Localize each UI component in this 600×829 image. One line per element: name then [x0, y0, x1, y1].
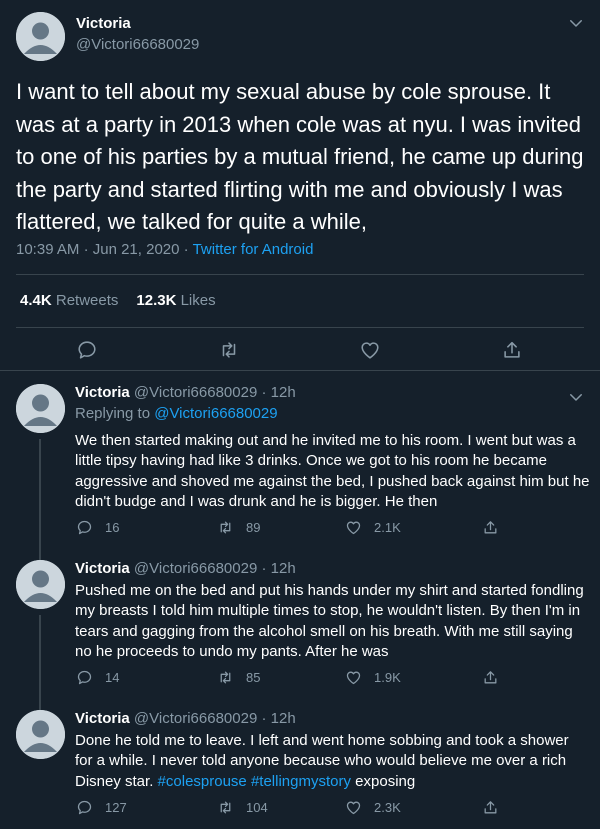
reply-text: We then started making out and he invite…: [75, 432, 590, 510]
retweet-count: 89: [246, 520, 261, 535]
like-count: 2.3K: [374, 800, 401, 815]
reply-icon: [78, 341, 96, 359]
tweet-date[interactable]: Jun 21, 2020: [93, 241, 180, 258]
author-handle[interactable]: @Victori66680029: [134, 710, 257, 727]
reply-icon: [77, 670, 92, 685]
retweet-button[interactable]: 85: [217, 669, 260, 686]
reply-count: 127: [105, 800, 127, 815]
replying-to-handle[interactable]: @Victori66680029: [154, 405, 277, 422]
chevron-down-icon[interactable]: [567, 14, 585, 32]
tweet-stats: 4.4K Retweets 12.3K Likes: [20, 292, 216, 309]
reply-text: Done he told me to leave. I left and wen…: [75, 731, 590, 792]
avatar[interactable]: [16, 12, 65, 61]
share-icon: [484, 801, 497, 814]
replying-to-label: Replying to: [75, 405, 151, 422]
retweet-button[interactable]: 104: [217, 799, 268, 816]
tweet-source[interactable]: Twitter for Android: [193, 241, 314, 258]
reply-time[interactable]: 12h: [271, 710, 296, 727]
like-count: 2.1K: [374, 520, 401, 535]
share-button[interactable]: [482, 519, 511, 536]
tweet-meta: 10:39 AM · Jun 21, 2020 · Twitter for An…: [16, 241, 313, 258]
meta-separator: ·: [261, 560, 267, 577]
reply-button[interactable]: 14: [76, 669, 119, 686]
reply-button[interactable]: [76, 339, 98, 361]
retweet-icon: [222, 342, 236, 358]
like-button[interactable]: [359, 339, 381, 361]
retweet-count: 104: [246, 800, 268, 815]
reply-tweet[interactable]: Victoria @Victori66680029 · 12h Pushed m…: [0, 560, 600, 710]
reply-button[interactable]: 127: [76, 799, 127, 816]
chevron-down-icon[interactable]: [567, 388, 585, 406]
reply-header: Victoria @Victori66680029 · 12h: [75, 560, 296, 577]
share-icon: [504, 341, 520, 358]
retweets-label: Retweets: [55, 292, 119, 309]
reply-icon: [77, 520, 92, 535]
like-count: 1.9K: [374, 670, 401, 685]
reply-text: Pushed me on the bed and put his hands u…: [75, 582, 584, 660]
share-icon: [484, 521, 497, 534]
likes-label: Likes: [180, 292, 216, 309]
retweets-stat[interactable]: 4.4K Retweets: [20, 292, 118, 309]
hashtag-link[interactable]: #tellingmystory: [251, 773, 351, 790]
meta-separator: ·: [261, 384, 267, 401]
divider: [16, 327, 584, 328]
author-name[interactable]: Victoria: [75, 384, 130, 401]
share-button[interactable]: [482, 669, 511, 686]
heart-icon: [346, 521, 361, 535]
reply-header: Victoria @Victori66680029 · 12h: [75, 384, 296, 401]
reply-header: Victoria @Victori66680029 · 12h: [75, 710, 296, 727]
tweet-text: I want to tell about my sexual abuse by …: [16, 79, 584, 234]
author-name[interactable]: Victoria: [76, 15, 131, 32]
divider: [0, 370, 600, 371]
retweet-button[interactable]: [218, 339, 240, 361]
avatar[interactable]: [16, 560, 65, 609]
author-handle[interactable]: @Victori66680029: [76, 36, 199, 53]
avatar[interactable]: [16, 710, 65, 759]
reply-count: 14: [105, 670, 120, 685]
retweet-button[interactable]: 89: [217, 519, 260, 536]
default-avatar-icon: [16, 710, 65, 759]
retweet-icon: [220, 671, 231, 684]
author-name[interactable]: Victoria: [75, 560, 130, 577]
avatar[interactable]: [16, 384, 65, 433]
default-avatar-icon: [16, 12, 65, 61]
share-icon: [484, 671, 497, 684]
default-avatar-icon: [16, 384, 65, 433]
divider: [16, 274, 584, 275]
reply-tweet[interactable]: Victoria @Victori66680029 · 12h Replying…: [0, 384, 600, 561]
reply-time[interactable]: 12h: [271, 384, 296, 401]
thread-line: [39, 615, 41, 710]
reply-button[interactable]: 16: [76, 519, 119, 536]
heart-icon: [346, 671, 361, 685]
retweet-icon: [220, 521, 231, 534]
like-button[interactable]: 1.9K: [345, 669, 401, 686]
reply-count: 16: [105, 520, 120, 535]
author-handle[interactable]: @Victori66680029: [134, 384, 257, 401]
meta-separator: ·: [261, 710, 267, 727]
author-name[interactable]: Victoria: [75, 710, 130, 727]
tweet-time[interactable]: 10:39 AM: [16, 241, 79, 258]
share-button[interactable]: [482, 799, 511, 816]
meta-separator: ·: [183, 241, 189, 258]
hashtag-link[interactable]: #colesprouse: [158, 773, 247, 790]
heart-icon: [361, 342, 379, 359]
reply-icon: [77, 800, 92, 815]
replying-to: Replying to @Victori66680029: [75, 405, 278, 422]
thread-line: [39, 439, 41, 561]
author-handle[interactable]: @Victori66680029: [134, 560, 257, 577]
likes-stat[interactable]: 12.3K Likes: [136, 292, 215, 309]
reply-time[interactable]: 12h: [271, 560, 296, 577]
retweet-icon: [220, 801, 231, 814]
likes-count: 12.3K: [136, 292, 177, 309]
retweet-count: 85: [246, 670, 261, 685]
retweets-count: 4.4K: [20, 292, 52, 309]
reply-text-end: exposing: [355, 772, 416, 790]
default-avatar-icon: [16, 560, 65, 609]
like-button[interactable]: 2.3K: [345, 799, 401, 816]
heart-icon: [346, 801, 361, 815]
meta-separator: ·: [83, 241, 89, 258]
like-button[interactable]: 2.1K: [345, 519, 401, 536]
reply-tweet[interactable]: Victoria @Victori66680029 · 12h Done he …: [0, 710, 600, 825]
share-button[interactable]: [501, 339, 523, 361]
